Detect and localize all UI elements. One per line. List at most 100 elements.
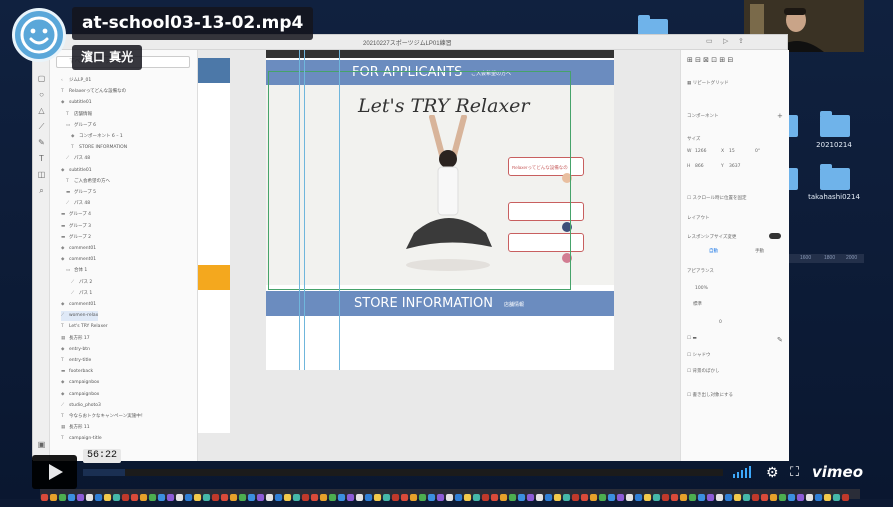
repeat-grid-button[interactable]: ▦ リピートグリッド: [687, 80, 729, 86]
auto-option[interactable]: 自動: [709, 248, 718, 254]
dock-app-icon[interactable]: [383, 494, 390, 501]
video-title[interactable]: at-school03-13-02.mp4: [72, 7, 314, 40]
layer-row[interactable]: ▭ 合体 1: [66, 266, 87, 276]
ellipse-tool-icon[interactable]: ○: [37, 90, 46, 99]
height-field[interactable]: 866: [695, 164, 704, 169]
layer-row[interactable]: ◆ campaignbox: [61, 378, 99, 388]
layer-row[interactable]: ◆ campaignbox: [61, 390, 99, 400]
fix-scroll-checkbox[interactable]: ☐ スクロール時に位置を固定: [687, 195, 746, 201]
dock-app-icon[interactable]: [554, 494, 561, 501]
dock-app-icon[interactable]: [401, 494, 408, 501]
layer-row[interactable]: ◆ comment01: [61, 300, 96, 310]
dock-app-icon[interactable]: [608, 494, 615, 501]
dock-app-icon[interactable]: [815, 494, 822, 501]
layer-row[interactable]: ▬ グループ 5: [66, 188, 96, 198]
dock-app-icon[interactable]: [149, 494, 156, 501]
dock-app-icon[interactable]: [347, 494, 354, 501]
width-field[interactable]: 1266: [695, 149, 706, 154]
mobile-preview-icon[interactable]: ▭: [706, 38, 714, 46]
dock-app-icon[interactable]: [581, 494, 588, 501]
layer-row[interactable]: T 店舗情報: [66, 110, 92, 120]
manual-option[interactable]: 手動: [755, 248, 764, 254]
dock-app-icon[interactable]: [176, 494, 183, 501]
dock-app-icon[interactable]: [113, 494, 120, 501]
dock-app-icon[interactable]: [50, 494, 57, 501]
dock-app-icon[interactable]: [68, 494, 75, 501]
dock-app-icon[interactable]: [338, 494, 345, 501]
dock-app-icon[interactable]: [797, 494, 804, 501]
rotation-field[interactable]: 0°: [755, 149, 760, 154]
design-canvas[interactable]: FOR APPLICANTS ご入会希望の方へ Let's TRY Relaxe…: [198, 50, 680, 461]
bg-blur-checkbox[interactable]: ☐ 背景のぼかし: [687, 368, 719, 374]
desktop-folder-icon[interactable]: [820, 111, 850, 137]
dock-app-icon[interactable]: [653, 494, 660, 501]
layer-row[interactable]: ◆ comment01: [61, 244, 96, 254]
dock-app-icon[interactable]: [599, 494, 606, 501]
layer-row[interactable]: ⟋ パス 2: [71, 278, 92, 288]
dock-app-icon[interactable]: [716, 494, 723, 501]
dock-app-icon[interactable]: [527, 494, 534, 501]
progress-track[interactable]: [83, 469, 723, 476]
dock-app-icon[interactable]: [761, 494, 768, 501]
dock-app-icon[interactable]: [239, 494, 246, 501]
layer-row[interactable]: Tcampaign-title: [61, 434, 102, 444]
dock-app-icon[interactable]: [59, 494, 66, 501]
layer-row[interactable]: ◆ entry-btn: [61, 345, 90, 355]
layer-row[interactable]: ⟋ パス 1: [71, 289, 92, 299]
dock-app-icon[interactable]: [131, 494, 138, 501]
dock-app-icon[interactable]: [284, 494, 291, 501]
dock-app-icon[interactable]: [671, 494, 678, 501]
dock-app-icon[interactable]: [833, 494, 840, 501]
layer-row[interactable]: ◆ コンポーネント 6 – 1: [71, 132, 123, 142]
vimeo-logo[interactable]: vimeo: [812, 463, 863, 481]
dock-app-icon[interactable]: [824, 494, 831, 501]
desktop-folder-icon[interactable]: [820, 164, 850, 190]
settings-gear-icon[interactable]: ⚙: [766, 464, 779, 481]
dock-app-icon[interactable]: [266, 494, 273, 501]
dock-app-icon[interactable]: [662, 494, 669, 501]
dock-app-icon[interactable]: [482, 494, 489, 501]
responsive-toggle[interactable]: [769, 233, 781, 239]
dock-app-icon[interactable]: [617, 494, 624, 501]
dock-app-icon[interactable]: [203, 494, 210, 501]
layer-row[interactable]: T Let's TRY Relaxer: [61, 322, 108, 332]
dock-app-icon[interactable]: [788, 494, 795, 501]
x-field[interactable]: 15: [729, 149, 735, 154]
polygon-tool-icon[interactable]: △: [37, 106, 46, 115]
dock-app-icon[interactable]: [590, 494, 597, 501]
dock-app-icon[interactable]: [806, 494, 813, 501]
dock-app-icon[interactable]: [464, 494, 471, 501]
layer-row[interactable]: ▬ グループ 3: [61, 222, 91, 232]
zoom-tool-icon[interactable]: ⌕: [37, 186, 46, 195]
dock-app-icon[interactable]: [77, 494, 84, 501]
dock-app-icon[interactable]: [167, 494, 174, 501]
selection-frame[interactable]: [268, 71, 571, 290]
pen-tool-icon[interactable]: ✎: [37, 138, 46, 147]
dock-app-icon[interactable]: [572, 494, 579, 501]
layer-row[interactable]: T STORE INFORMATION: [71, 143, 127, 153]
share-icon[interactable]: ⇪: [738, 38, 746, 46]
dock-app-icon[interactable]: [302, 494, 309, 501]
layer-row[interactable]: T ご入会希望の方へ: [66, 177, 110, 187]
dock-app-icon[interactable]: [437, 494, 444, 501]
radius-field[interactable]: 0: [719, 320, 722, 325]
dock-app-icon[interactable]: [698, 494, 705, 501]
volume-icon[interactable]: [732, 465, 754, 479]
layer-row[interactable]: T Relaxerってどんな設備なの: [61, 87, 126, 97]
dock-app-icon[interactable]: [392, 494, 399, 501]
dock-app-icon[interactable]: [41, 494, 48, 501]
dock-app-icon[interactable]: [518, 494, 525, 501]
layer-row[interactable]: ▬ footerback: [61, 367, 93, 377]
fill-checkbox[interactable]: ☐ ▬: [687, 336, 697, 341]
dock-app-icon[interactable]: [356, 494, 363, 501]
layer-row[interactable]: T 今ならおトクなキャンペーン実施中！: [61, 412, 145, 422]
line-tool-icon[interactable]: ⟋: [37, 122, 46, 131]
layer-row[interactable]: ⟋ パス 48: [66, 199, 90, 209]
dock-app-icon[interactable]: [842, 494, 849, 501]
dock-app-icon[interactable]: [752, 494, 759, 501]
dock-app-icon[interactable]: [491, 494, 498, 501]
dock-app-icon[interactable]: [743, 494, 750, 501]
dock-app-icon[interactable]: [725, 494, 732, 501]
eyedropper-icon[interactable]: ✎: [777, 336, 783, 344]
dock-app-icon[interactable]: [536, 494, 543, 501]
